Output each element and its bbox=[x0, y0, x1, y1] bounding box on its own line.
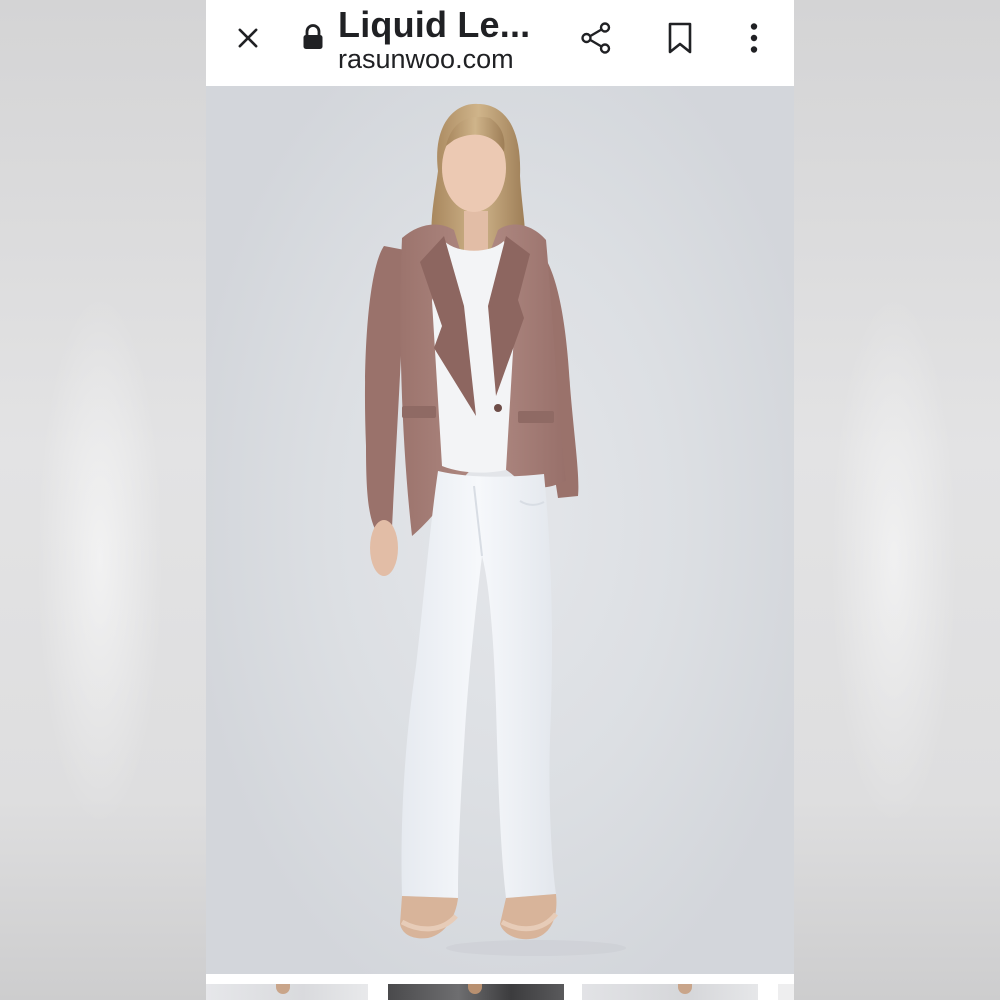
thumbnail-4[interactable] bbox=[778, 984, 794, 1000]
share-button[interactable] bbox=[574, 16, 618, 60]
page-url: rasunwoo.com bbox=[338, 44, 514, 74]
custom-tab-toolbar: Liquid Le... rasunwoo.com bbox=[206, 0, 794, 86]
thumbnail-strip bbox=[206, 984, 794, 1000]
close-button[interactable] bbox=[226, 16, 270, 60]
product-image[interactable] bbox=[206, 86, 794, 974]
model-illustration bbox=[364, 103, 626, 956]
share-icon bbox=[581, 22, 611, 54]
bookmark-button[interactable] bbox=[658, 16, 702, 60]
page-title: Liquid Le... bbox=[338, 4, 531, 45]
thumbnail-1[interactable] bbox=[206, 984, 368, 1000]
thumbnail-2[interactable] bbox=[388, 984, 564, 1000]
thumbnail-3[interactable] bbox=[582, 984, 758, 1000]
bookmark-icon bbox=[668, 22, 692, 54]
blurred-background-right bbox=[794, 0, 1000, 1000]
lock-icon bbox=[303, 24, 323, 49]
blurred-background-left bbox=[0, 0, 206, 1000]
close-icon bbox=[238, 28, 258, 48]
browser-view: Liquid Le... rasunwoo.com bbox=[206, 0, 794, 1000]
more-options-button[interactable] bbox=[732, 16, 776, 60]
more-vert-icon bbox=[750, 23, 758, 53]
